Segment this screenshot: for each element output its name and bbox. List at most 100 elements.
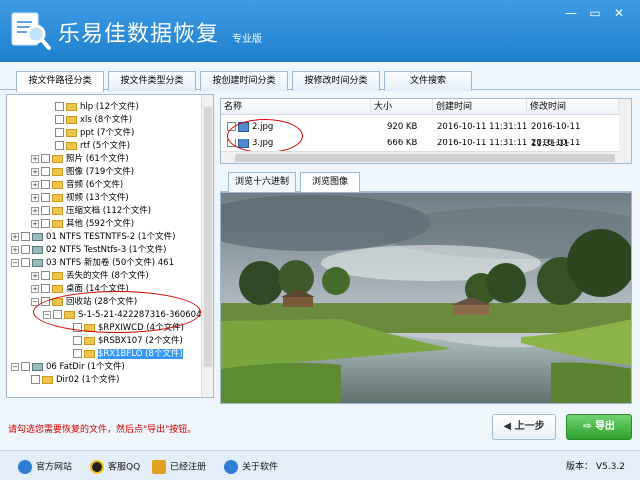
footer-bar: 官方网站 客服QQ 已经注册 关于软件 版本： V5.3.2 — [0, 450, 640, 480]
checkbox[interactable] — [41, 154, 50, 163]
checkbox[interactable] — [21, 245, 30, 254]
previous-step-button[interactable]: ◀ 上一步 — [492, 414, 556, 440]
drive-icon — [32, 245, 43, 254]
tree-item-label: xls (8个文件) — [80, 115, 133, 125]
column-name[interactable]: 名称 — [221, 99, 371, 115]
checkbox[interactable] — [41, 284, 50, 293]
ie-icon — [18, 460, 32, 474]
tree-item-label: hlp (12个文件) — [80, 102, 139, 112]
restore-icon: ▭ — [589, 6, 601, 20]
tab-image-view[interactable]: 浏览图像 — [300, 172, 360, 192]
registered-link[interactable]: 已经注册 — [152, 460, 206, 475]
tree-item[interactable]: − 03 NTFS 新加卷 (50个文件) 461 — [11, 257, 174, 269]
checkbox[interactable] — [21, 258, 30, 267]
tree-item[interactable]: + 视频 (13个文件) — [31, 192, 129, 204]
support-qq-link[interactable]: 客服QQ — [90, 460, 140, 475]
tab-file-search[interactable]: 文件搜索 — [384, 71, 472, 91]
checkbox[interactable] — [55, 141, 64, 150]
link-label: 关于软件 — [242, 462, 279, 473]
checkbox[interactable] — [55, 115, 64, 124]
expand-icon[interactable]: + — [31, 284, 39, 293]
expand-icon[interactable]: + — [31, 180, 39, 189]
expand-icon[interactable]: + — [31, 271, 39, 280]
folder-icon — [66, 141, 77, 150]
tree-item[interactable]: + 音频 (6个文件) — [31, 179, 123, 191]
expand-icon[interactable]: + — [31, 167, 39, 176]
version-label: 版本： V5.3.2 — [566, 462, 625, 472]
folder-icon — [66, 128, 77, 137]
landscape-photo — [221, 193, 631, 403]
export-button[interactable]: ⇨ 导出 — [566, 414, 632, 440]
about-link[interactable]: 关于软件 — [224, 460, 278, 475]
column-size[interactable]: 大小 — [371, 99, 433, 115]
tab-by-path[interactable]: 按文件路径分类 — [16, 71, 104, 92]
tree-item[interactable]: rtf (5个文件) — [55, 140, 130, 152]
scrollbar-thumb[interactable] — [204, 107, 212, 367]
qq-icon — [90, 460, 104, 474]
expand-icon[interactable]: + — [31, 193, 39, 202]
restore-button[interactable]: ▭ — [586, 6, 604, 20]
column-modified[interactable]: 修改时间 — [527, 99, 619, 115]
close-button[interactable]: ✕ — [610, 6, 628, 20]
tree-scrollbar[interactable] — [201, 95, 213, 397]
checkbox[interactable] — [41, 271, 50, 280]
tree-item[interactable]: + 压缩文档 (112个文件) — [31, 205, 151, 217]
tree-item[interactable]: + 图像 (719个文件) — [31, 166, 134, 178]
checkbox[interactable] — [41, 206, 50, 215]
checkbox[interactable] — [55, 128, 64, 137]
expand-icon[interactable]: + — [31, 154, 39, 163]
tree-item-label: 视频 (13个文件) — [66, 193, 129, 203]
checkbox[interactable] — [41, 180, 50, 189]
official-site-link[interactable]: 官方网站 — [18, 460, 72, 475]
tree-item[interactable]: + 丢失的文件 (8个文件) — [31, 270, 149, 282]
tree-item[interactable]: $RX1BFLO (8个文件) — [73, 348, 183, 360]
minimize-button[interactable]: — — [562, 6, 580, 20]
checkbox[interactable] — [73, 349, 82, 358]
checkbox[interactable] — [41, 167, 50, 176]
checkbox[interactable] — [41, 219, 50, 228]
folder-icon — [84, 349, 95, 358]
folder-icon — [84, 336, 95, 345]
checkbox[interactable] — [41, 193, 50, 202]
export-label: 导出 — [594, 421, 615, 432]
tree-item[interactable]: Dir02 (1个文件) — [31, 374, 119, 386]
tree-item[interactable]: +02 NTFS TestNtfs-3 (1个文件) — [11, 244, 166, 256]
folder-icon — [52, 206, 63, 215]
checkbox[interactable] — [55, 102, 64, 111]
column-created[interactable]: 创建时间 — [433, 99, 527, 115]
tree-item[interactable]: hlp (12个文件) — [55, 101, 139, 113]
tree-item[interactable]: + 其他 (592个文件) — [31, 218, 134, 230]
instruction-hint: 请勾选您需要恢复的文件，然后点"导出"按钮。 — [8, 425, 197, 435]
tab-by-modified[interactable]: 按修改时间分类 — [292, 71, 380, 91]
expand-icon[interactable]: + — [31, 206, 39, 215]
checkbox[interactable] — [21, 232, 30, 241]
collapse-icon[interactable]: − — [11, 362, 19, 371]
scrollbar-thumb[interactable] — [235, 154, 615, 162]
file-list: 名称 大小 创建时间 修改时间 2.jpg 920 KB 2016-10-11 … — [220, 98, 632, 164]
file-list-vscroll[interactable] — [619, 99, 631, 163]
tree-item[interactable]: + 照片 (61个文件) — [31, 153, 129, 165]
expand-icon[interactable]: + — [11, 232, 19, 241]
tree-item[interactable]: +01 NTFS TESTNTFS-2 (1个文件) — [11, 231, 175, 243]
tree-item[interactable]: − 06 FatDir (1个文件) — [11, 361, 125, 373]
tree-item-label: $RX1BFLO (8个文件) — [98, 349, 183, 359]
expand-icon[interactable]: + — [11, 245, 19, 254]
tab-by-type[interactable]: 按文件类型分类 — [108, 71, 196, 91]
file-list-hscroll[interactable] — [221, 151, 619, 163]
file-created: 2016-10-11 11:31:11 — [437, 122, 528, 132]
tree-item[interactable]: xls (8个文件) — [55, 114, 132, 126]
folder-icon — [52, 271, 63, 280]
tab-by-created[interactable]: 按创建时间分类 — [200, 71, 288, 91]
tree-item[interactable]: $RSBX107 (2个文件) — [73, 335, 183, 347]
app-title: 乐易佳数据恢复 — [58, 22, 220, 47]
expand-icon[interactable]: + — [31, 219, 39, 228]
tree-item[interactable]: ppt (7个文件) — [55, 127, 134, 139]
collapse-icon[interactable]: − — [11, 258, 19, 267]
checkbox[interactable] — [73, 336, 82, 345]
file-modified: 2016-10-11 11:31:11 — [531, 139, 581, 148]
info-icon — [224, 460, 238, 474]
checkbox[interactable] — [31, 375, 40, 384]
checkbox[interactable] — [21, 362, 30, 371]
tab-hex-view[interactable]: 浏览十六进制 — [228, 172, 296, 192]
previous-step-label: 上一步 — [514, 421, 545, 432]
